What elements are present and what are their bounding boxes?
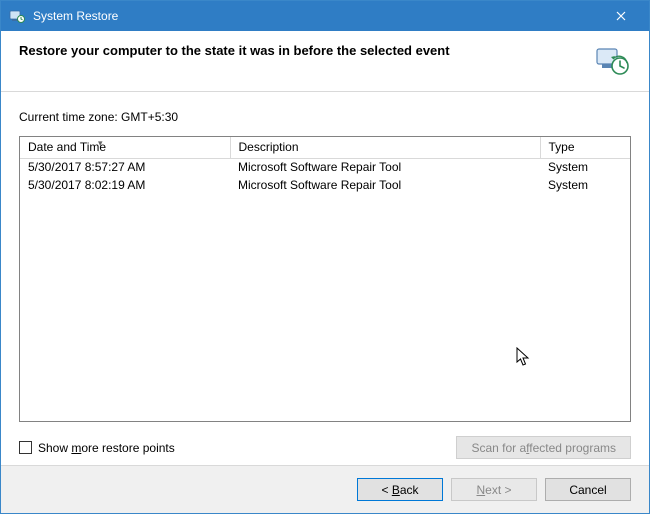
table-body: 5/30/2017 8:57:27 AM Microsoft Software … [20,158,630,356]
checkbox-box [19,441,32,454]
close-button[interactable] [599,1,643,31]
table-header-row: Date and Time ▾ Description Type [20,137,630,158]
window-title: System Restore [33,9,599,23]
cell-date: 5/30/2017 8:57:27 AM [20,158,230,176]
titlebar: System Restore [1,1,649,31]
wizard-footer: < Back Next > Cancel [1,465,649,513]
col-type[interactable]: Type [540,137,630,158]
cancel-button[interactable]: Cancel [545,478,631,501]
timezone-label: Current time zone: GMT+5:30 [19,110,631,124]
col-date[interactable]: Date and Time ▾ [20,137,230,158]
table-row[interactable]: 5/30/2017 8:02:19 AM Microsoft Software … [20,176,630,194]
back-button[interactable]: < Back [357,478,443,501]
show-more-checkbox[interactable]: Show more restore points [19,441,175,455]
restore-points-table[interactable]: Date and Time ▾ Description Type 5/30/20… [19,136,631,422]
system-restore-window: System Restore Restore your computer to … [0,0,650,514]
cell-desc: Microsoft Software Repair Tool [230,158,540,176]
page-title: Restore your computer to the state it wa… [19,43,595,58]
system-restore-hero-icon [595,43,629,77]
sort-desc-icon: ▾ [98,138,103,149]
table-row[interactable]: 5/30/2017 8:57:27 AM Microsoft Software … [20,158,630,176]
wizard-body: Current time zone: GMT+5:30 Date and Tim… [1,92,649,465]
cell-type: System [540,176,630,194]
system-restore-app-icon [9,8,25,24]
show-more-label: Show more restore points [38,441,175,455]
cell-desc: Microsoft Software Repair Tool [230,176,540,194]
below-table-row: Show more restore points Scan for affect… [19,436,631,459]
next-button[interactable]: Next > [451,478,537,501]
col-description[interactable]: Description [230,137,540,158]
scan-affected-button[interactable]: Scan for affected programs [456,436,631,459]
cell-date: 5/30/2017 8:02:19 AM [20,176,230,194]
cell-type: System [540,158,630,176]
wizard-header: Restore your computer to the state it wa… [1,31,649,92]
